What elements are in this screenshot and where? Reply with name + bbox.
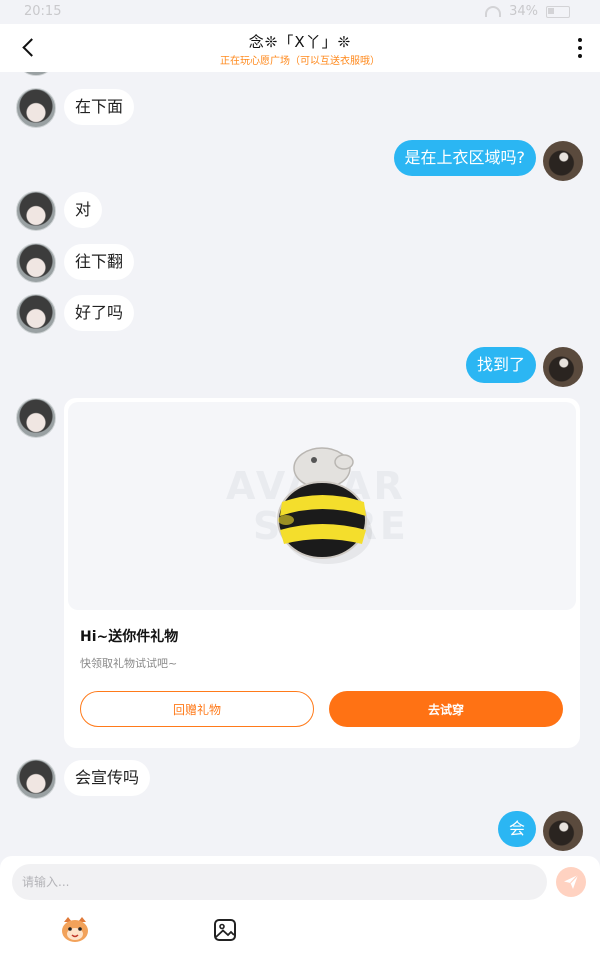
message-bubble-outgoing[interactable]: 会 bbox=[497, 811, 536, 847]
message-bubble-incoming[interactable]: 在下面 bbox=[64, 89, 135, 125]
return-gift-button[interactable]: 回赠礼物 bbox=[80, 691, 314, 727]
try-on-button[interactable]: 去试穿 bbox=[329, 691, 563, 727]
status-time: 20:15 bbox=[24, 4, 62, 19]
contact-avatar[interactable] bbox=[16, 243, 56, 283]
send-button[interactable] bbox=[556, 867, 586, 897]
image-picker-button[interactable] bbox=[213, 918, 237, 942]
more-options-button[interactable] bbox=[576, 38, 584, 58]
image-icon bbox=[214, 919, 236, 941]
battery-level: 34% bbox=[509, 4, 538, 19]
emoji-icon bbox=[62, 917, 88, 942]
contact-avatar[interactable] bbox=[16, 88, 56, 128]
send-icon bbox=[564, 874, 579, 889]
message-bubble-incoming[interactable]: 好了吗 bbox=[64, 295, 135, 331]
bee-costume-icon bbox=[277, 447, 372, 564]
contact-avatar[interactable] bbox=[16, 294, 56, 334]
gift-preview-image: AVATAR STORE bbox=[68, 402, 576, 610]
more-dot-icon bbox=[578, 38, 582, 42]
my-avatar[interactable] bbox=[543, 347, 583, 387]
battery-icon bbox=[546, 5, 570, 18]
message-bubble-incoming[interactable]: 会宣传吗 bbox=[64, 760, 151, 796]
message-list[interactable]: 在下面 是在上衣区域吗? 对 往下翻 好了吗 找到了 AVATAR STORE bbox=[0, 72, 600, 856]
contact-avatar[interactable] bbox=[16, 191, 56, 231]
contact-avatar[interactable] bbox=[16, 398, 56, 438]
gift-card[interactable]: AVATAR STORE Hi~送你件礼物 快领取礼物试试吧~ 回赠礼物 去试穿 bbox=[64, 398, 580, 748]
message-input[interactable] bbox=[12, 864, 547, 900]
input-bar bbox=[0, 856, 600, 960]
status-right: 34% bbox=[485, 4, 570, 19]
gift-card-title: Hi~送你件礼物 bbox=[80, 629, 179, 645]
contact-avatar[interactable] bbox=[16, 759, 56, 799]
wifi-icon bbox=[485, 6, 502, 17]
gift-card-subtitle: 快领取礼物试试吧~ bbox=[80, 657, 178, 670]
my-avatar[interactable] bbox=[543, 141, 583, 181]
contact-avatar[interactable] bbox=[16, 72, 56, 76]
chat-header: 念❊「X丫」❊ 正在玩心愿广场（可以互送衣服哦） bbox=[0, 24, 600, 72]
emoji-button[interactable] bbox=[60, 916, 90, 944]
contact-name: 念❊「X丫」❊ bbox=[248, 33, 352, 51]
my-avatar[interactable] bbox=[543, 811, 583, 851]
message-bubble-incoming[interactable]: 对 bbox=[64, 192, 103, 228]
status-bar: 20:15 34% bbox=[0, 0, 600, 24]
more-dot-icon bbox=[578, 46, 582, 50]
message-bubble-outgoing[interactable]: 找到了 bbox=[465, 347, 536, 383]
contact-activity-status: 正在玩心愿广场（可以互送衣服哦） bbox=[220, 56, 380, 67]
message-bubble-incoming[interactable]: 往下翻 bbox=[64, 244, 135, 280]
message-bubble-outgoing[interactable]: 是在上衣区域吗? bbox=[393, 140, 536, 176]
more-dot-icon bbox=[578, 54, 582, 58]
